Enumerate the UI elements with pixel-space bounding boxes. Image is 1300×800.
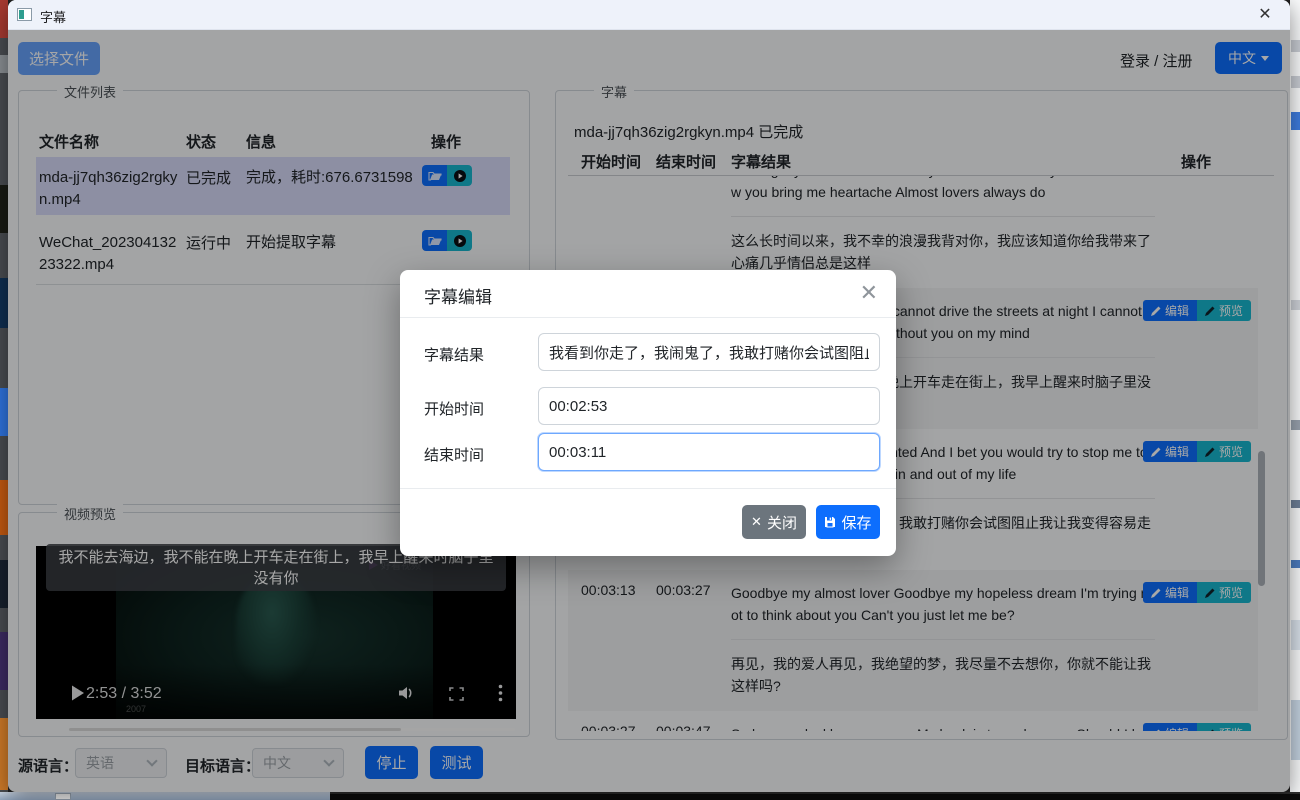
field-label-end: 结束时间 [424,444,484,465]
app-client-area: 选择文件 登录 / 注册 中文 文件列表 文件名称 状态 信息 操作 mda-j… [8,30,1290,792]
x-icon: ✕ [751,514,762,530]
window-title: 字幕 [40,7,66,26]
close-button[interactable]: ✕ 关闭 [742,505,806,539]
app-icon [17,8,32,21]
window-titlebar: 字幕 ✕ [8,0,1290,30]
close-label: 关闭 [767,512,797,533]
subtitle-edit-modal: 字幕编辑 ✕ 字幕结果 开始时间 结束时间 ✕ 关闭 [400,270,896,556]
subtitle-result-input[interactable] [538,333,880,371]
desktop-icons-strip [0,0,8,800]
start-time-input[interactable] [538,387,880,425]
modal-footer: ✕ 关闭 保存 [400,488,896,556]
app-window: 字幕 ✕ 选择文件 登录 / 注册 中文 文件列表 文件名称 状态 信息 操作 … [8,0,1290,792]
save-button[interactable]: 保存 [816,505,880,539]
field-label-result: 字幕结果 [424,344,484,365]
window-close-icon[interactable]: ✕ [1254,4,1276,26]
document-icon [55,793,71,800]
taskbar-strip [0,792,1300,800]
screen: 字幕 ✕ 选择文件 登录 / 注册 中文 文件列表 文件名称 状态 信息 操作 … [0,0,1300,800]
save-label: 保存 [841,512,871,533]
modal-title: 字幕编辑 [424,283,492,308]
save-icon [824,516,836,528]
end-time-input[interactable] [538,433,880,471]
background-window-strip [1290,0,1300,800]
modal-close-icon[interactable]: ✕ [860,281,878,305]
modal-header: 字幕编辑 ✕ [400,270,896,318]
field-label-start: 开始时间 [424,398,484,419]
